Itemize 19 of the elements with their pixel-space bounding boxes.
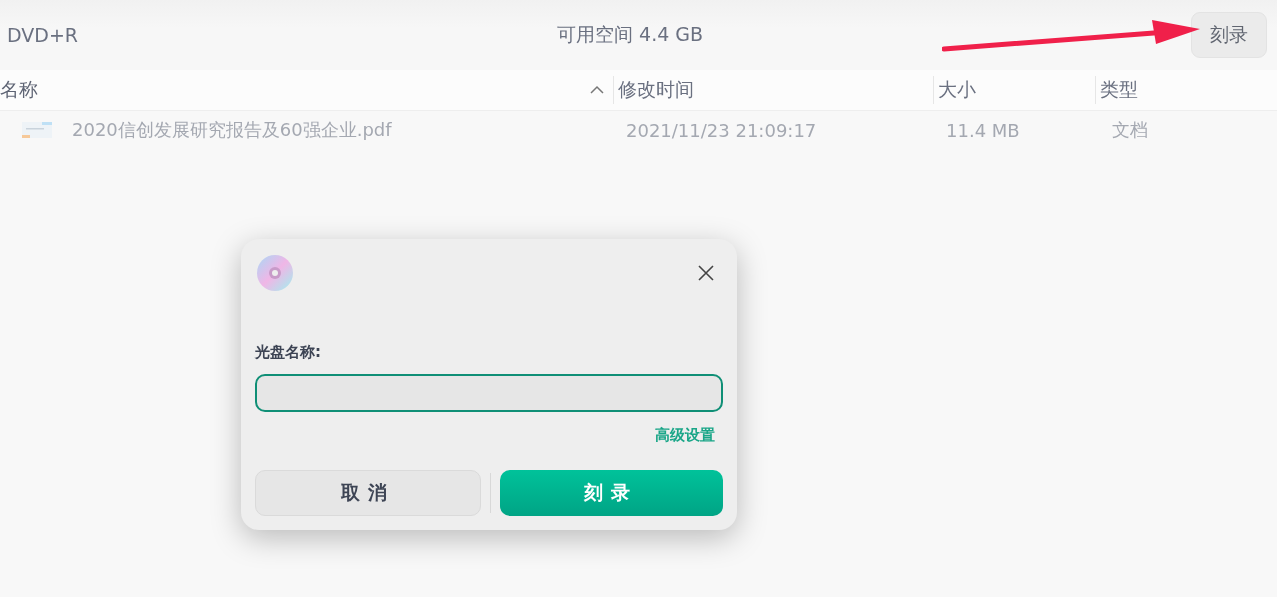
disc-icon: [255, 253, 295, 293]
file-size: 11.4 MB: [946, 119, 1020, 141]
document-thumbnail-icon: [22, 119, 52, 141]
disc-type-label: DVD+R: [7, 24, 80, 46]
column-header[interactable]: 名称: [0, 77, 38, 103]
disc-name-field[interactable]: [255, 374, 723, 412]
disc-name-label: 光盘名称:: [255, 343, 322, 362]
free-space-label: 可用空间 4.4 GB: [557, 22, 704, 47]
burn-confirm-button[interactable]: 刻录: [499, 470, 723, 516]
sort-caret-icon[interactable]: [590, 85, 604, 95]
column-header[interactable]: 类型: [1100, 77, 1138, 103]
close-icon[interactable]: [697, 264, 715, 282]
burn-button[interactable]: 刻录: [1191, 12, 1267, 58]
file-type: 文档: [1111, 118, 1148, 142]
column-header[interactable]: 修改时间: [618, 77, 694, 103]
modified-time: 2021/11/23 21:09:17: [626, 119, 817, 141]
column-header[interactable]: 大小: [938, 77, 976, 103]
advanced-settings-link[interactable]: 高级设置: [655, 426, 715, 445]
cancel-button[interactable]: 取消: [255, 470, 481, 516]
